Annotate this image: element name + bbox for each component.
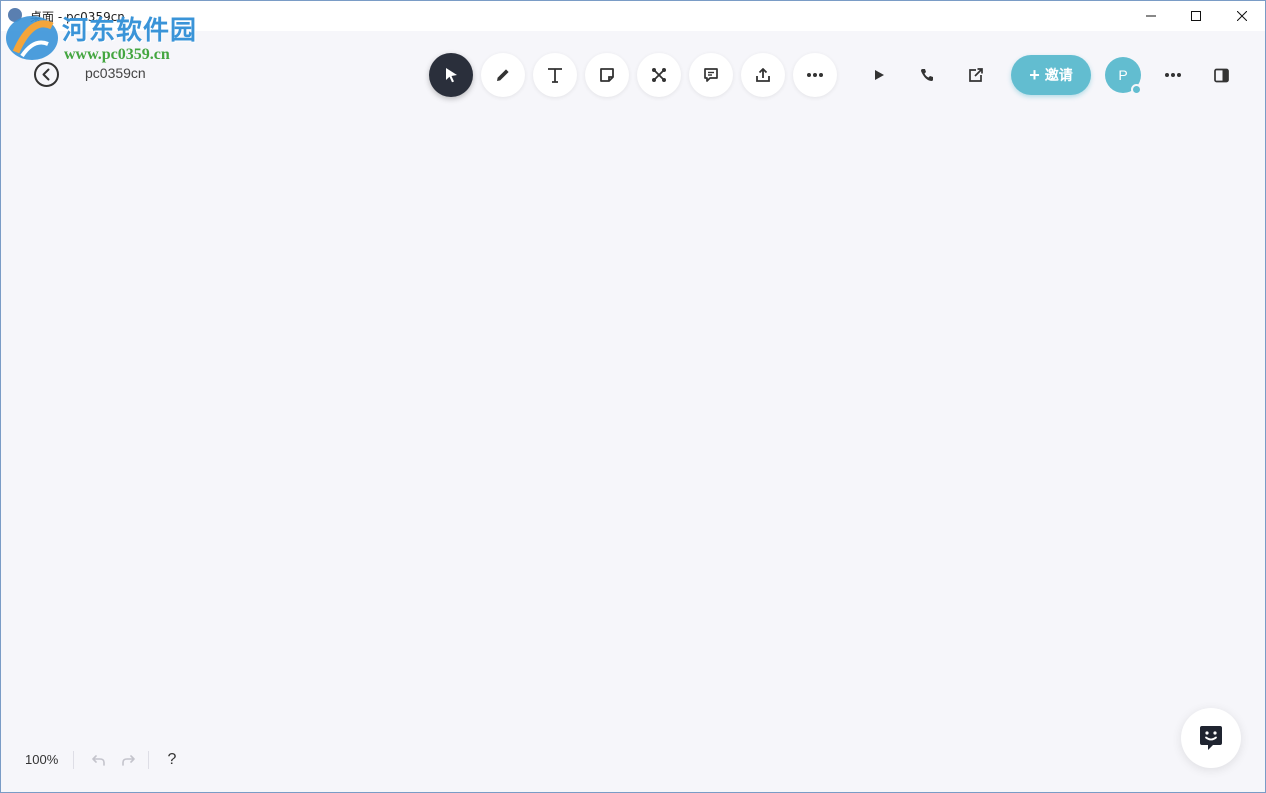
network-icon xyxy=(652,68,666,82)
divider xyxy=(73,751,74,769)
maximize-icon xyxy=(1191,10,1201,21)
back-button[interactable] xyxy=(33,61,60,88)
phone-icon xyxy=(921,69,933,81)
tool-comment-button[interactable] xyxy=(689,53,733,97)
redo-icon xyxy=(121,754,135,766)
chat-smile-icon xyxy=(1200,726,1222,750)
undo-icon xyxy=(91,754,105,766)
divider xyxy=(148,751,149,769)
zoom-level[interactable]: 100% xyxy=(25,752,58,767)
redo-button[interactable] xyxy=(118,750,138,770)
pencil-icon xyxy=(497,69,509,81)
undo-button[interactable] xyxy=(88,750,108,770)
more-icon xyxy=(807,73,823,77)
sticky-note-icon xyxy=(600,68,614,82)
tool-text-button[interactable] xyxy=(533,53,577,97)
watermark-logo-icon xyxy=(6,16,58,60)
online-status-dot xyxy=(1131,84,1142,95)
tool-pen-button[interactable] xyxy=(481,53,525,97)
present-button[interactable] xyxy=(865,61,893,89)
help-label: ? xyxy=(167,751,177,768)
watermark: 河东软件园 www.pc0359.cn xyxy=(2,4,202,64)
upload-icon xyxy=(756,68,770,82)
play-icon xyxy=(875,70,884,80)
close-button[interactable] xyxy=(1219,0,1265,31)
tool-upload-button[interactable] xyxy=(741,53,785,97)
call-button[interactable] xyxy=(913,61,941,89)
close-icon xyxy=(1237,10,1247,21)
back-circle-icon xyxy=(34,62,59,87)
help-button[interactable]: ? xyxy=(162,750,182,770)
comment-icon xyxy=(704,68,718,82)
chat-support-button[interactable] xyxy=(1181,708,1241,768)
tool-more-button[interactable] xyxy=(793,53,837,97)
sidebar-toggle-button[interactable] xyxy=(1207,61,1235,89)
more-icon xyxy=(1165,73,1181,77)
tool-select-button[interactable] xyxy=(429,53,473,97)
menu-more-button[interactable] xyxy=(1159,61,1187,89)
watermark-url: www.pc0359.cn xyxy=(64,46,170,63)
tool-sticky-note-button[interactable] xyxy=(585,53,629,97)
minimize-button[interactable] xyxy=(1128,0,1174,31)
cursor-icon xyxy=(446,68,457,83)
board-name: pc0359cn xyxy=(85,65,146,81)
maximize-button[interactable] xyxy=(1173,0,1219,31)
whiteboard-canvas[interactable] xyxy=(1,110,1265,740)
invite-button[interactable]: + 邀请 xyxy=(1011,55,1091,95)
share-button[interactable] xyxy=(961,61,989,89)
plus-icon: + xyxy=(1029,65,1040,85)
panel-right-icon xyxy=(1213,68,1229,82)
tool-mind-map-button[interactable] xyxy=(637,53,681,97)
invite-label: 邀请 xyxy=(1044,67,1073,83)
avatar-initial: P xyxy=(1118,67,1128,83)
watermark-title: 河东软件园 xyxy=(62,16,198,46)
text-icon xyxy=(548,68,562,83)
share-external-icon xyxy=(968,67,983,82)
minimize-icon xyxy=(1146,15,1156,16)
